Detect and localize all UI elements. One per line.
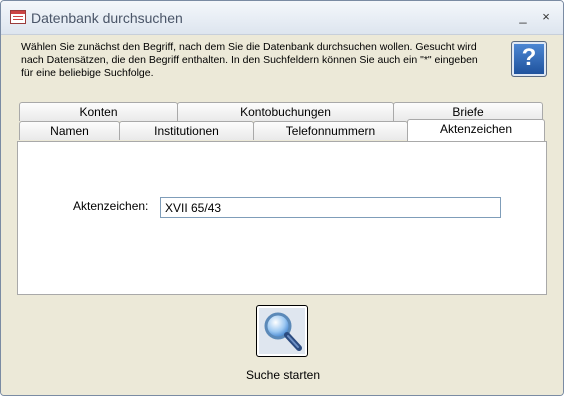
aktenzeichen-input[interactable]: XVII 65/43: [160, 197, 501, 218]
instruction-text: Wählen Sie zunächst den Begriff, nach de…: [21, 41, 478, 79]
search-dialog-window: Datenbank durchsuchen _ × Wählen Sie zun…: [0, 0, 564, 396]
search-start-label: Suche starten: [245, 368, 321, 382]
minimize-button[interactable]: _: [514, 9, 532, 25]
form-icon: [10, 10, 26, 24]
help-icon: ?: [521, 44, 537, 71]
tab-kontobuchungen[interactable]: Kontobuchungen: [177, 102, 394, 121]
tab-telefonnummern[interactable]: Telefonnummern: [253, 121, 408, 140]
window-title: Datenbank durchsuchen: [31, 10, 183, 26]
tab-konten[interactable]: Konten: [19, 102, 178, 121]
title-bar: Datenbank durchsuchen _ ×: [1, 1, 563, 35]
close-button[interactable]: ×: [537, 9, 555, 25]
tab-namen[interactable]: Namen: [19, 121, 120, 140]
tab-panel-aktenzeichen: [17, 141, 547, 295]
tab-aktenzeichen[interactable]: Aktenzeichen: [407, 119, 545, 141]
search-start-button[interactable]: [256, 305, 308, 357]
tab-institutionen[interactable]: Institutionen: [119, 121, 254, 140]
aktenzeichen-label: Aktenzeichen:: [73, 199, 149, 213]
magnifier-icon: [264, 312, 302, 351]
help-button[interactable]: ?: [511, 41, 547, 77]
